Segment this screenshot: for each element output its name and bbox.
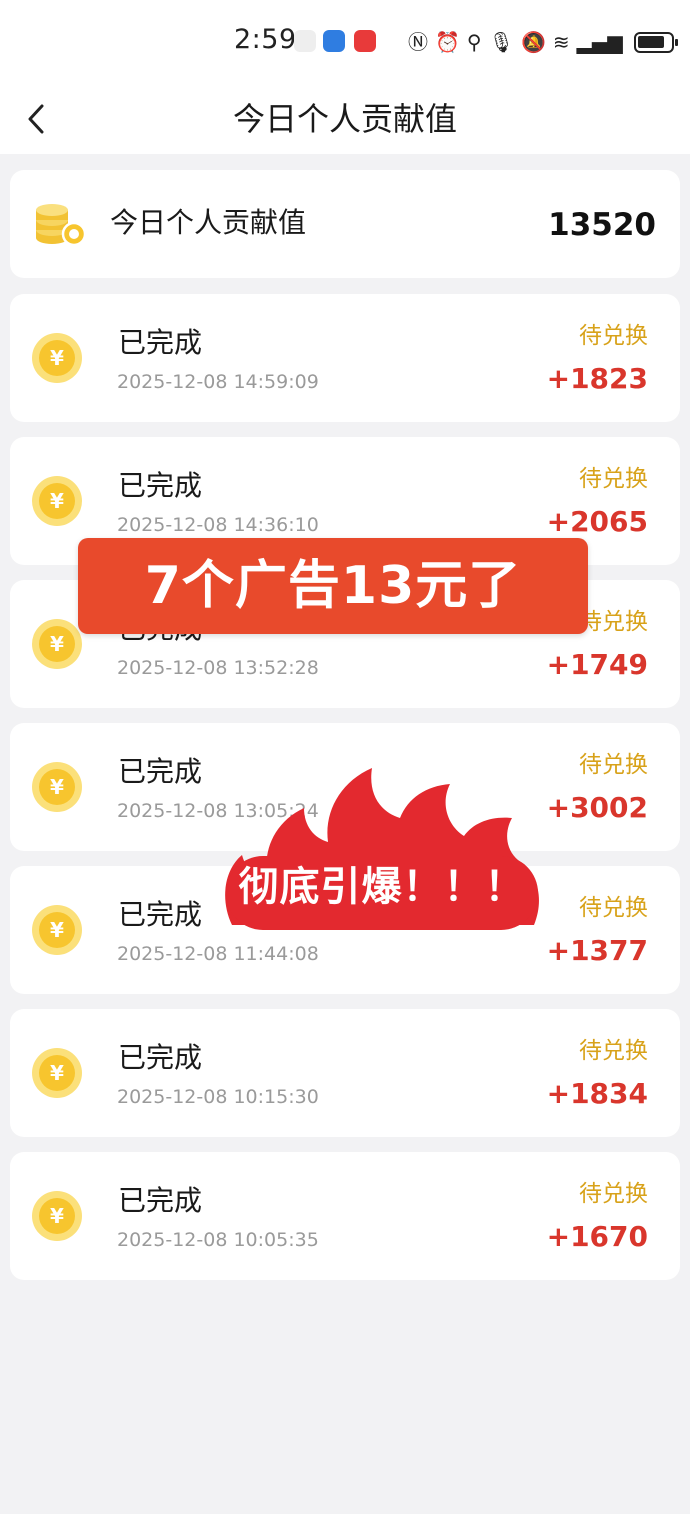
record-status: 已完成 — [118, 1184, 203, 1217]
record-time: 2025-12-08 14:36:10 — [117, 514, 319, 536]
yen-symbol: ¥ — [39, 1198, 75, 1234]
record-card[interactable]: ¥ 已完成 2025-12-08 14:59:09 待兑换 +1823 — [10, 294, 680, 422]
record-amount: +2065 — [546, 505, 648, 538]
nfc-icon: Ⓝ — [408, 30, 428, 54]
record-time: 2025-12-08 10:15:30 — [117, 1086, 319, 1108]
record-tag: 待兑换 — [579, 1038, 648, 1064]
app-notification-icon — [354, 30, 376, 52]
record-time: 2025-12-08 11:44:08 — [117, 943, 319, 965]
record-time: 2025-12-08 13:52:28 — [117, 657, 319, 679]
mute-icon: 🔕 — [520, 30, 546, 54]
record-tag: 待兑换 — [579, 1181, 648, 1207]
yen-symbol: ¥ — [39, 626, 75, 662]
coins-stack-icon — [36, 204, 87, 247]
record-tag: 待兑换 — [579, 752, 648, 778]
record-status: 已完成 — [118, 1041, 203, 1074]
yen-coin-icon: ¥ — [32, 333, 82, 383]
alarm-icon: ⏰ — [435, 30, 460, 54]
system-icons: Ⓝ ⏰ ⚲ 🎙 🔕 ≋ ▂▄▆ — [408, 28, 678, 56]
summary-value: 13520 — [548, 207, 656, 243]
record-amount: +3002 — [546, 791, 648, 824]
yen-symbol: ¥ — [39, 769, 75, 805]
battery-icon — [633, 31, 678, 53]
status-bar: 2:59 Ⓝ ⏰ ⚲ 🎙 🔕 ≋ ▂▄▆ — [0, 0, 690, 84]
app-notification-icon — [294, 30, 316, 52]
location-icon: ⚲ — [466, 30, 482, 54]
record-card[interactable]: ¥ 已完成 2025-12-08 10:15:30 待兑换 +1834 — [10, 1009, 680, 1137]
record-time: 2025-12-08 10:05:35 — [117, 1229, 319, 1251]
record-tag: 待兑换 — [579, 323, 648, 349]
summary-label: 今日个人贡献值 — [110, 206, 307, 239]
status-time: 2:59 — [234, 24, 297, 55]
record-amount: +1670 — [546, 1220, 648, 1253]
record-amount: +1823 — [546, 362, 648, 395]
yen-coin-icon: ¥ — [32, 1048, 82, 1098]
fire-badge: 彻底引爆！！！ — [212, 760, 552, 940]
record-status: 已完成 — [118, 755, 203, 788]
yen-symbol: ¥ — [39, 912, 75, 948]
yen-coin-icon: ¥ — [32, 619, 82, 669]
record-card[interactable]: ¥ 已完成 2025-12-08 10:05:35 待兑换 +1670 — [10, 1152, 680, 1280]
yen-coin-icon: ¥ — [32, 1191, 82, 1241]
record-status: 已完成 — [118, 898, 203, 931]
app-notification-icon — [323, 30, 345, 52]
record-tag: 待兑换 — [579, 466, 648, 492]
wifi-icon: ≋ — [552, 30, 570, 54]
record-amount: +1834 — [546, 1077, 648, 1110]
yen-symbol: ¥ — [39, 340, 75, 376]
yen-symbol: ¥ — [39, 1055, 75, 1091]
yen-coin-icon: ¥ — [32, 476, 82, 526]
record-time: 2025-12-08 14:59:09 — [117, 371, 319, 393]
page-title: 今日个人贡献值 — [232, 100, 457, 138]
yen-coin-icon: ¥ — [32, 905, 82, 955]
yen-symbol: ¥ — [39, 483, 75, 519]
record-status: 已完成 — [118, 326, 203, 359]
yen-coin-icon: ¥ — [32, 762, 82, 812]
record-tag: 待兑换 — [579, 895, 648, 921]
page-header: 今日个人贡献值 — [0, 84, 690, 154]
fire-badge-text: 彻底引爆！！！ — [238, 864, 526, 910]
signal-4g-icon: ▂▄▆ — [576, 30, 623, 54]
promo-banner: 7个广告13元了 — [78, 538, 588, 634]
record-status: 已完成 — [118, 469, 203, 502]
mic-icon: 🎙 — [488, 30, 514, 54]
summary-card: 今日个人贡献值 13520 — [10, 170, 680, 278]
record-amount: +1377 — [546, 934, 648, 967]
record-tag: 待兑换 — [579, 609, 648, 635]
record-amount: +1749 — [546, 648, 648, 681]
